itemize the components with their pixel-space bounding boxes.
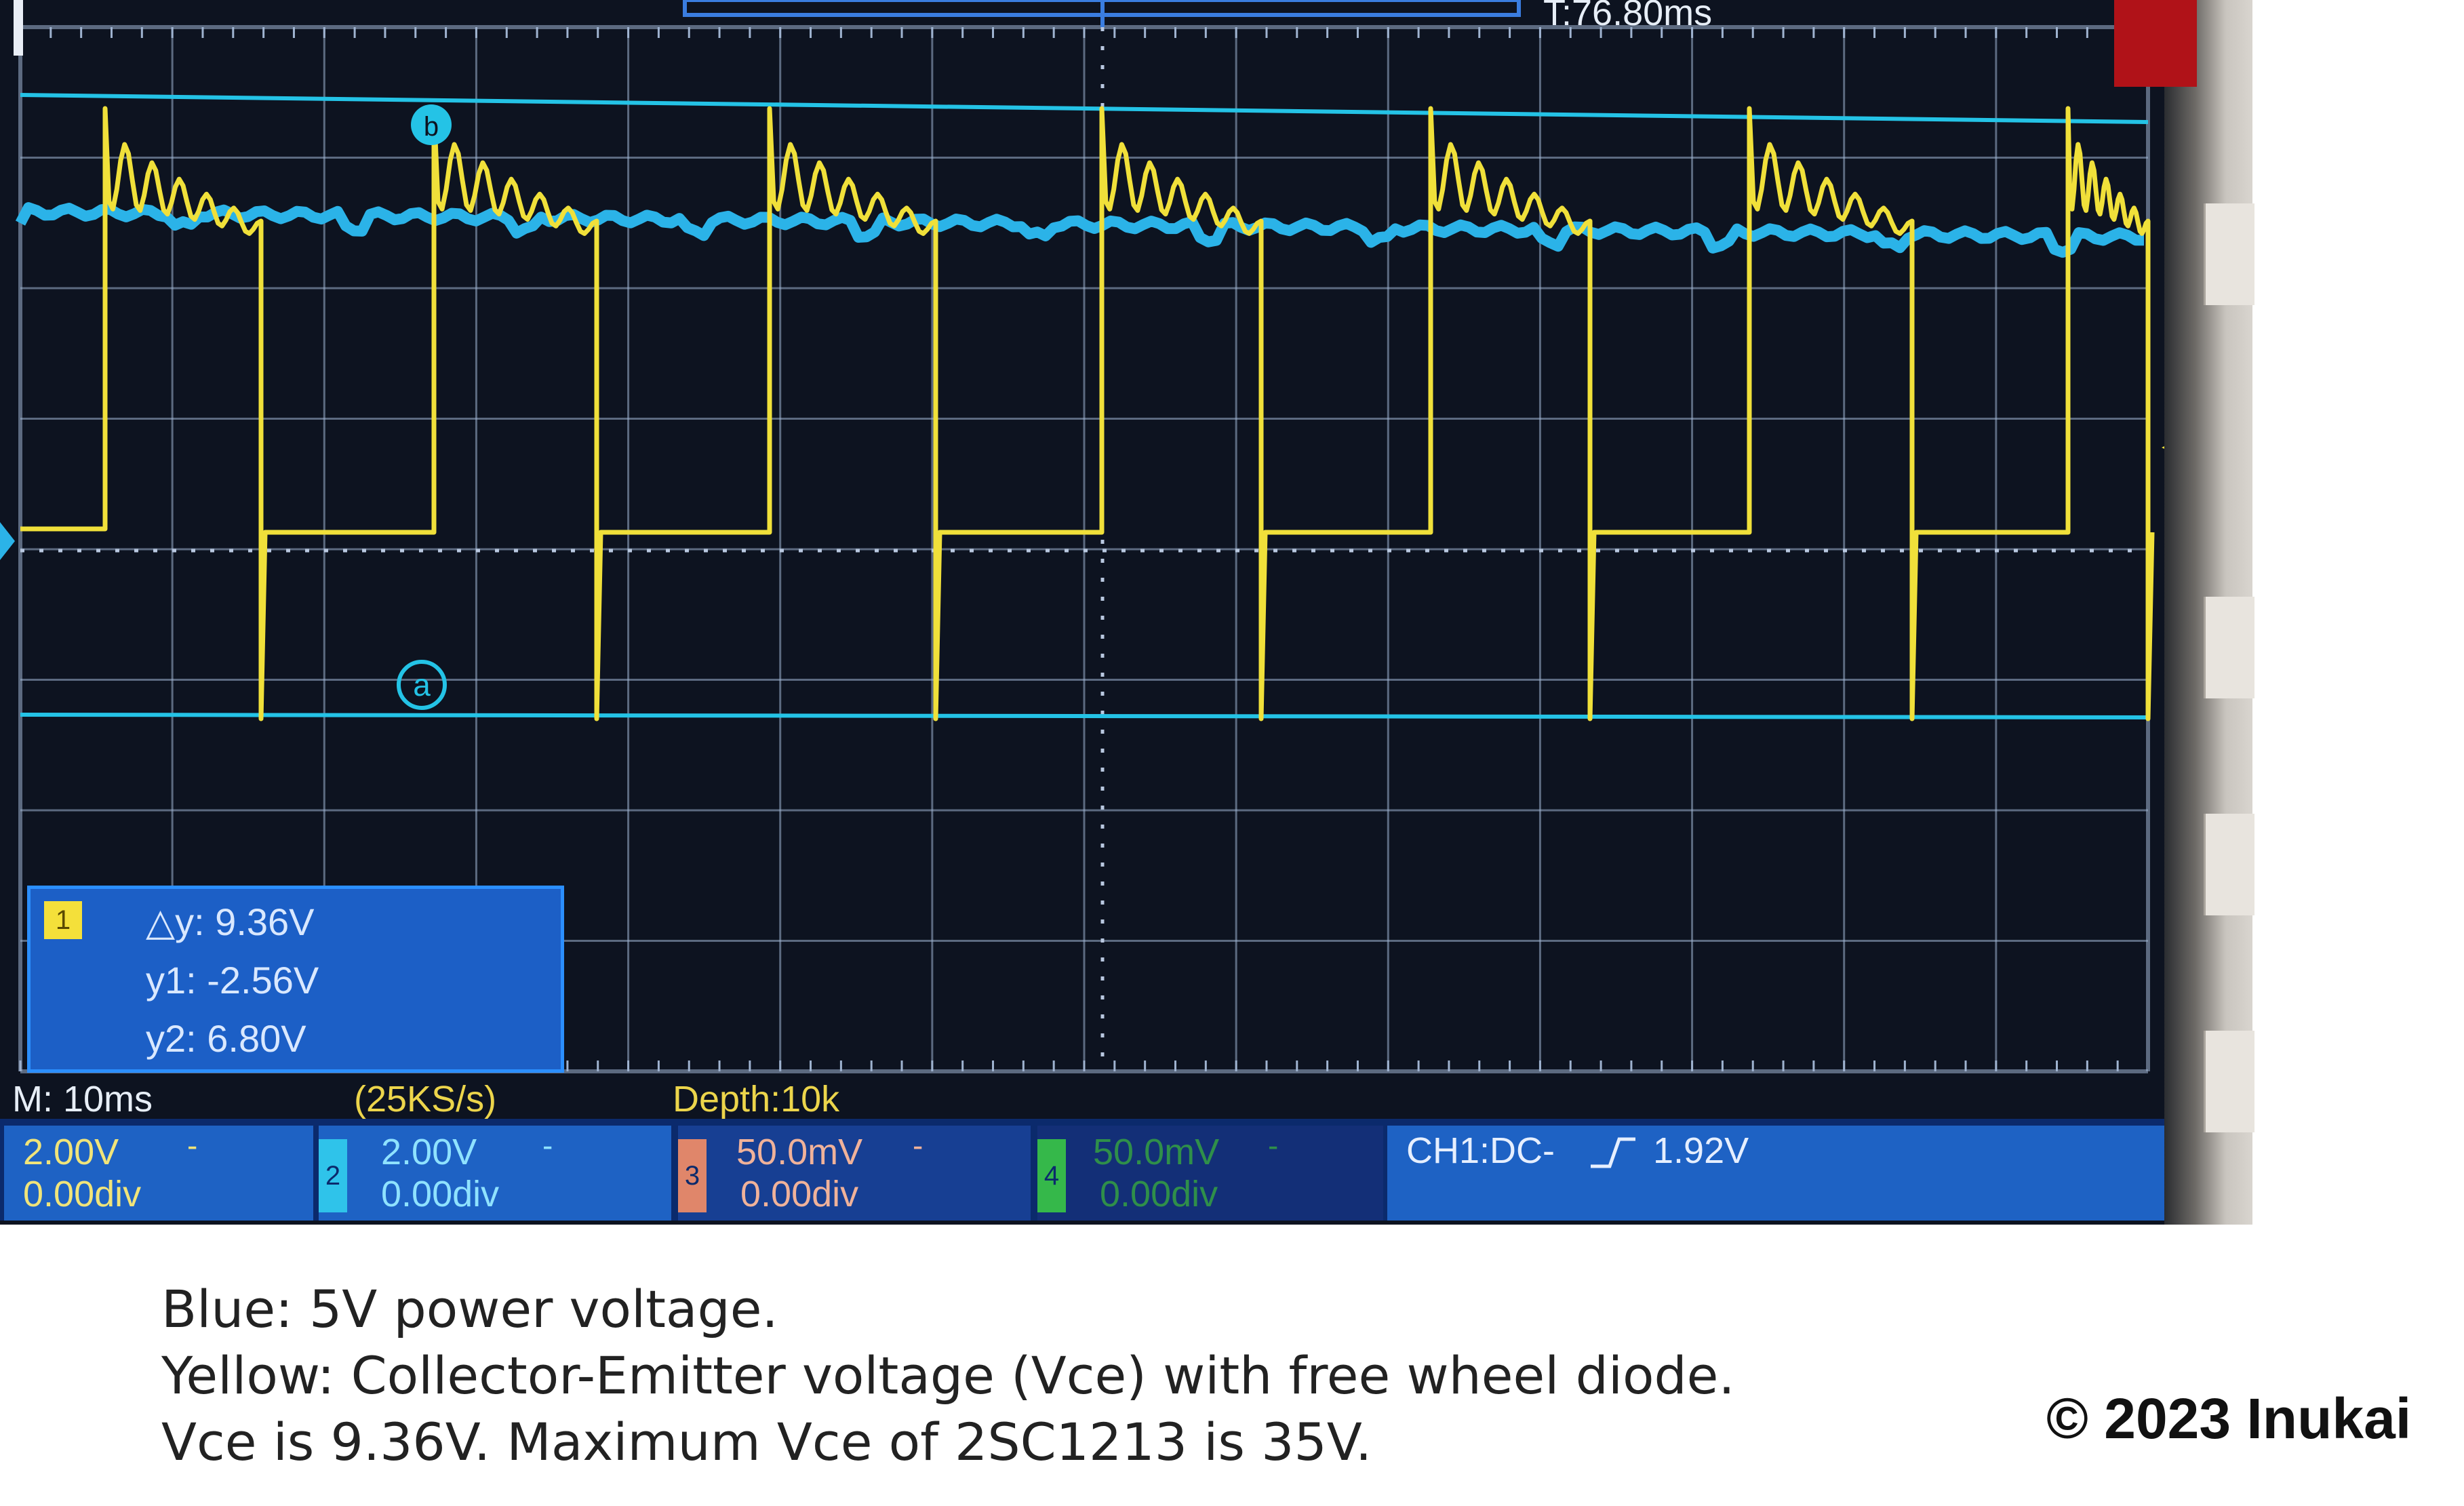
channel-1-coupling-mark: - bbox=[187, 1128, 198, 1163]
trigger-label: CH1:DC- bbox=[1406, 1130, 1555, 1171]
cursor-delta-y: △y: 9.36V bbox=[146, 900, 315, 943]
cursor-a-line bbox=[20, 713, 2149, 719]
channel-4-settings[interactable]: 4 50.0mV - 0.00div bbox=[1037, 1126, 1383, 1221]
acquisition-info: M: 10ms (25KS/s) Depth:10k bbox=[0, 1078, 2197, 1123]
cursor-measurement-panel: 1 △y: 9.36V y1: -2.56V y2: 6.80V bbox=[27, 886, 564, 1073]
channel-2-badge: 2 bbox=[319, 1139, 347, 1212]
bezel-button bbox=[2204, 814, 2254, 915]
channel-1-settings[interactable]: 2.00V - 0.00div bbox=[4, 1126, 313, 1221]
channel-3-settings[interactable]: 3 50.0mV - 0.00div bbox=[678, 1126, 1031, 1221]
caption-line-yellow: Yellow: Collector-Emitter voltage (Vce) … bbox=[161, 1345, 1735, 1406]
timebase-label: M: 10ms bbox=[12, 1079, 153, 1119]
channel-status-bar: 2.00V - 0.00div 2 2.00V - 0.00div 3 50.0… bbox=[0, 1119, 2197, 1221]
channel-3-volts: 50.0mV bbox=[736, 1132, 863, 1172]
memory-depth-label: Depth:10k bbox=[673, 1079, 840, 1119]
channel-1-offset: 0.00div bbox=[23, 1174, 142, 1214]
copyright-notice: © 2023 Inukai bbox=[2046, 1387, 2412, 1450]
channel-4-badge: 4 bbox=[1037, 1139, 1066, 1212]
cursor-b-marker: b bbox=[411, 104, 452, 145]
bezel-button bbox=[2204, 203, 2254, 305]
run-stop-indicator bbox=[2114, 0, 2197, 87]
channel-3-badge: 3 bbox=[678, 1139, 707, 1212]
channel-2-offset: 0.00div bbox=[381, 1174, 500, 1214]
channel-3-offset: 0.00div bbox=[740, 1174, 859, 1214]
cursor-a-label: a bbox=[413, 667, 431, 702]
channel-2-coupling-mark: - bbox=[542, 1128, 553, 1163]
channel-1-volts: 2.00V bbox=[23, 1132, 119, 1172]
channel-4-volts: 50.0mV bbox=[1093, 1132, 1220, 1172]
rising-edge-icon bbox=[1591, 1137, 1635, 1168]
figure-caption: Blue: 5V power voltage. Yellow: Collecto… bbox=[161, 1276, 1735, 1475]
sample-rate-label: (25KS/s) bbox=[354, 1079, 497, 1119]
bezel-button bbox=[2204, 597, 2254, 698]
cursor-y2: y2: 6.80V bbox=[146, 1017, 306, 1060]
cursor-channel-badge: 1 bbox=[44, 901, 82, 939]
cursor-y1: y1: -2.56V bbox=[146, 959, 319, 1002]
bezel-button bbox=[2204, 1031, 2254, 1132]
trigger-level: 1.92V bbox=[1653, 1130, 1749, 1171]
oscilloscope-photo: b a T:76.80ms 1 △y: 9.36V y1: -2.56V y2:… bbox=[0, 0, 2252, 1225]
channel-3-coupling-mark: - bbox=[913, 1128, 923, 1163]
channel-4-offset: 0.00div bbox=[1100, 1174, 1218, 1214]
channel-2-volts: 2.00V bbox=[381, 1132, 477, 1172]
time-readout: T:76.80ms bbox=[1543, 0, 1713, 33]
cursor-b-label: b bbox=[424, 112, 439, 142]
channel-2-settings[interactable]: 2 2.00V - 0.00div bbox=[319, 1126, 671, 1221]
channel-4-coupling-mark: - bbox=[1268, 1128, 1279, 1163]
caption-line-blue: Blue: 5V power voltage. bbox=[161, 1279, 778, 1339]
trigger-settings[interactable]: CH1:DC- 1.92V bbox=[1387, 1126, 2197, 1221]
caption-line-vce: Vce is 9.36V. Maximum Vce of 2SC1213 is … bbox=[161, 1412, 1372, 1472]
